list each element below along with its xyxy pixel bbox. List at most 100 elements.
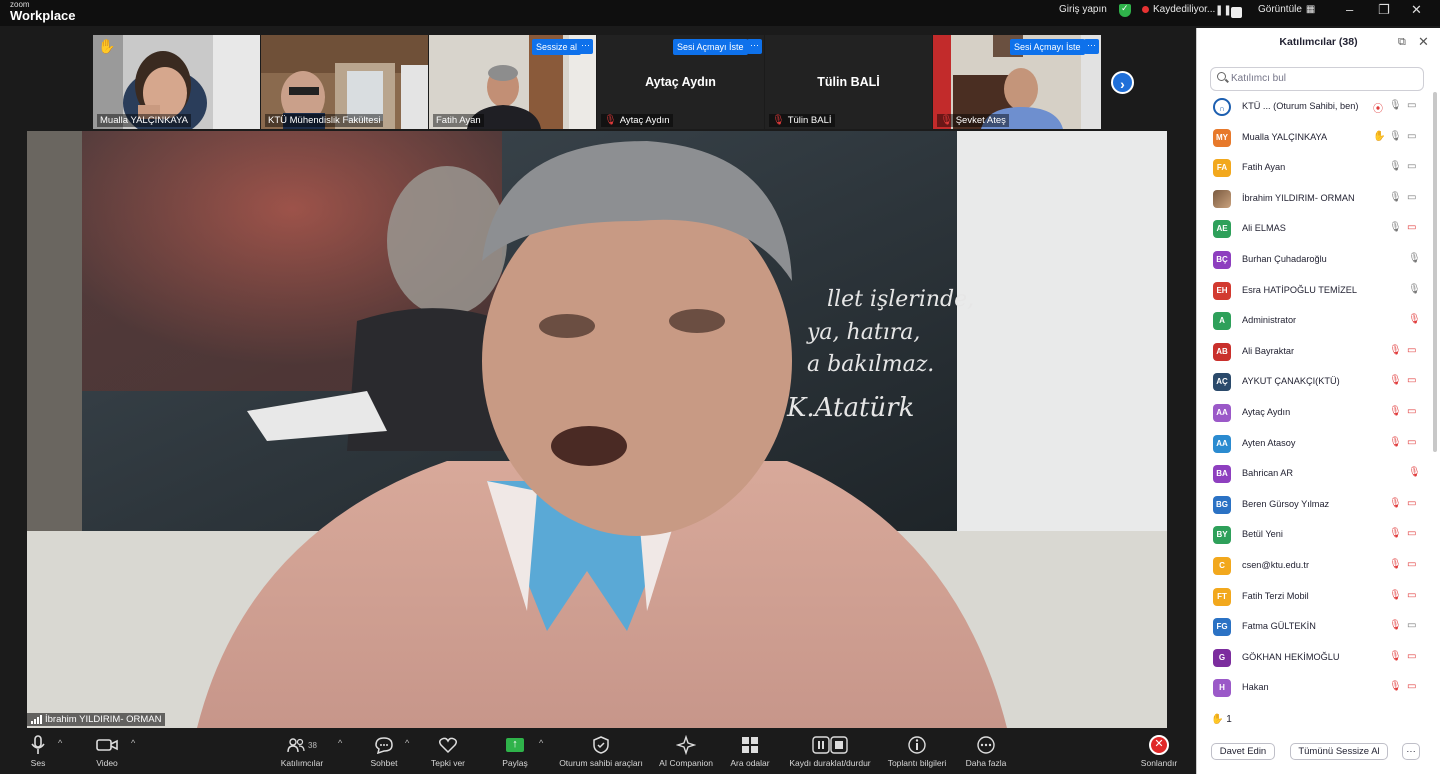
react-button[interactable]: Tepki ver [428, 734, 468, 768]
encryption-shield-icon[interactable] [1119, 3, 1131, 17]
gallery-strip: ✋ Mualla YALÇINKAYA KTÜ Mühendislik Fakü… [93, 35, 1101, 129]
video-tile[interactable]: Sesi Açmayı İste ··· Aytaç Aydın 🎙 Aytaç … [597, 35, 764, 129]
video-tile[interactable]: ✋ Mualla YALÇINKAYA [93, 35, 260, 129]
participant-row[interactable]: FT Fatih Terzi Mobil 🎙 ▭ [1197, 582, 1440, 613]
more-button[interactable]: Daha fazla [962, 734, 1010, 768]
tile-more-button[interactable]: ··· [747, 39, 762, 54]
active-speaker-label: İbrahim YILDIRIM- ORMAN [45, 714, 162, 725]
raised-hand-count: 1 [1226, 714, 1232, 725]
share-button[interactable]: ↑ Paylaş [500, 734, 530, 768]
pause-stop-recording-button[interactable]: Kaydı duraklat/durdur [785, 734, 875, 768]
participants-panel: Katılımcılar (38) ⧉ ✕ Katılımcı bul ∩ KTÜ… [1196, 28, 1440, 774]
participant-avatar: C [1213, 556, 1231, 575]
participant-row[interactable]: AA Aytaç Aydın 🎙 ▭ [1197, 398, 1440, 429]
microphone-muted-icon: 🎙 [1389, 558, 1402, 570]
mute-all-button[interactable]: Tümünü Sessize Al [1290, 743, 1388, 760]
participant-row[interactable]: FG Fatma GÜLTEKİN 🎙 ▭ [1197, 612, 1440, 643]
participant-row[interactable]: BY Betül Yeni 🎙 ▭ [1197, 520, 1440, 551]
recording-indicator: Kaydediliyor... [1142, 4, 1215, 15]
next-page-chevron-icon[interactable]: › [1111, 71, 1134, 94]
camera-off-icon: ▭ [1407, 650, 1417, 662]
meeting-toolbar: Ses ^ Video ^ 38 Katılımcılar ^ Sohbet ^ [0, 730, 1196, 774]
participant-row[interactable]: G GÖKHAN HEKİMOĞLU 🎙 ▭ [1197, 643, 1440, 674]
stop-recording-icon[interactable] [1231, 7, 1242, 18]
participant-avatar: BÇ [1213, 250, 1231, 269]
tile-name: Fatih Ayan [433, 114, 484, 127]
ask-to-unmute-button[interactable]: Sesi Açmayı İste [673, 39, 748, 55]
ask-to-unmute-button[interactable]: Sesi Açmayı İste [1010, 39, 1085, 55]
participant-row[interactable]: Ccsen@ktu.edu.tr 🎙 ▭ [1197, 551, 1440, 582]
participant-avatar: EH [1213, 281, 1231, 300]
participant-search-input[interactable]: Katılımcı bul [1210, 67, 1424, 91]
minimize-icon[interactable]: – [1346, 2, 1353, 17]
video-options-caret-icon[interactable]: ^ [131, 738, 135, 748]
audio-options-caret-icon[interactable]: ^ [58, 738, 62, 748]
close-panel-icon[interactable]: ✕ [1418, 34, 1429, 50]
panel-more-button[interactable]: ··· [1402, 743, 1420, 760]
participant-row[interactable]: H Hakan 🎙 ▭ [1197, 673, 1440, 704]
chat-button[interactable]: Sohbet [368, 734, 400, 768]
meeting-info-button[interactable]: Toplantı bilgileri [882, 734, 952, 768]
signin-link[interactable]: Giriş yapın [1059, 4, 1107, 15]
participant-avatar: H [1213, 679, 1231, 698]
breakout-rooms-button[interactable]: Ara odalar [728, 734, 772, 768]
participant-row[interactable]: MY Mualla YALÇINKAYA ✋ 🎙 ▭ [1197, 123, 1440, 154]
video-tile[interactable]: Sessize al ··· Fatih Ayan [429, 35, 596, 129]
participant-row[interactable]: AE Ali ELMAS 🎙 ▭ [1197, 214, 1440, 245]
participant-row[interactable]: ∩ KTÜ ... (Oturum Sahibi, ben) ⦿ 🎙 ▭ [1197, 92, 1440, 123]
share-options-caret-icon[interactable]: ^ [539, 738, 543, 748]
participant-row[interactable]: BA Bahrican AR 🎙 [1197, 459, 1440, 490]
participant-row[interactable]: EH Esra HATİPOĞLU TEMİZEL 🎙 [1197, 276, 1440, 307]
participant-row[interactable]: İbrahim YILDIRIM- ORMAN 🎙 ▭ [1197, 184, 1440, 215]
participant-name: Betül Yeni [1242, 529, 1283, 540]
svg-text:llet işlerinde,: llet işlerinde, [827, 287, 974, 312]
view-menu[interactable]: Görüntüle ▦ [1258, 4, 1315, 15]
tile-more-button[interactable]: ··· [578, 39, 593, 54]
participant-row[interactable]: A Administrator 🎙 [1197, 306, 1440, 337]
participant-row[interactable]: AA Ayten Atasoy 🎙 ▭ [1197, 429, 1440, 460]
raised-hand-icon: ✋ [1211, 714, 1224, 725]
recording-label: Kaydediliyor... [1153, 4, 1216, 15]
participant-row[interactable]: AB Ali Bayraktar 🎙 ▭ [1197, 337, 1440, 368]
pop-out-icon[interactable]: ⧉ [1398, 36, 1406, 49]
participant-row[interactable]: FA Fatih Ayan 🎙 ▭ [1197, 153, 1440, 184]
restore-icon[interactable]: ❐ [1378, 2, 1390, 18]
pause-recording-icon[interactable]: ❚❚ [1215, 5, 1232, 16]
participant-name: Hakan [1242, 682, 1269, 693]
participant-row[interactable]: BG Beren Gürsoy Yılmaz 🎙 ▭ [1197, 490, 1440, 521]
active-speaker-video[interactable]: llet işlerinde, ya, hatıra, a bakılmaz. … [27, 131, 1167, 728]
raised-hands-summary[interactable]: ✋ 1 [1211, 714, 1232, 725]
camera-off-icon: ▭ [1407, 436, 1417, 448]
video-button[interactable]: Video [90, 734, 124, 768]
ai-companion-button[interactable]: AI Companion [656, 734, 716, 768]
participants-button[interactable]: 38 Katılımcılar [276, 734, 328, 768]
microphone-icon: 🎙 [1389, 161, 1402, 173]
participant-name: Fatih Ayan [1242, 162, 1286, 173]
participant-list-scrollbar[interactable] [1433, 92, 1437, 452]
participant-row[interactable]: BÇ Burhan Çuhadaroğlu 🎙 [1197, 245, 1440, 276]
participant-row[interactable]: AÇ AYKUT ÇANAKÇI(KTÜ) 🎙 ▭ [1197, 367, 1440, 398]
host-tools-button[interactable]: Oturum sahibi araçları [556, 734, 646, 768]
ai-companion-label: AI Companion [659, 758, 713, 768]
mute-participant-button[interactable]: Sessize al [532, 39, 582, 55]
tile-display-name: Tülin BALİ [817, 75, 880, 89]
video-tile[interactable]: Tülin BALİ 🎙 Tülin BALİ [765, 35, 932, 129]
participant-name: Aytaç Aydın [1242, 406, 1291, 417]
active-speaker-name: İbrahim YILDIRIM- ORMAN [27, 713, 166, 726]
audio-button[interactable]: Ses [24, 734, 52, 768]
video-tile[interactable]: Sesi Açmayı İste ··· 🎙 Şevket Ateş [933, 35, 1101, 129]
end-meeting-button[interactable]: ✕ Sonlandır [1136, 734, 1182, 768]
participants-options-caret-icon[interactable]: ^ [338, 738, 342, 748]
window-close-icon[interactable]: ✕ [1411, 2, 1422, 18]
breakout-label: Ara odalar [730, 758, 770, 768]
recording-icon: ⦿ [1373, 104, 1383, 115]
grid-icon: ▦ [1305, 4, 1316, 15]
participant-avatar: BG [1213, 495, 1231, 514]
video-tile[interactable]: KTÜ Mühendislik Fakültesi [261, 35, 428, 129]
search-icon [1217, 72, 1226, 81]
invite-button[interactable]: Davet Edin [1211, 743, 1275, 760]
chat-options-caret-icon[interactable]: ^ [405, 738, 409, 748]
sparkle-icon [656, 734, 716, 756]
tile-more-button[interactable]: ··· [1084, 39, 1099, 54]
brand-big: Workplace [10, 8, 76, 23]
